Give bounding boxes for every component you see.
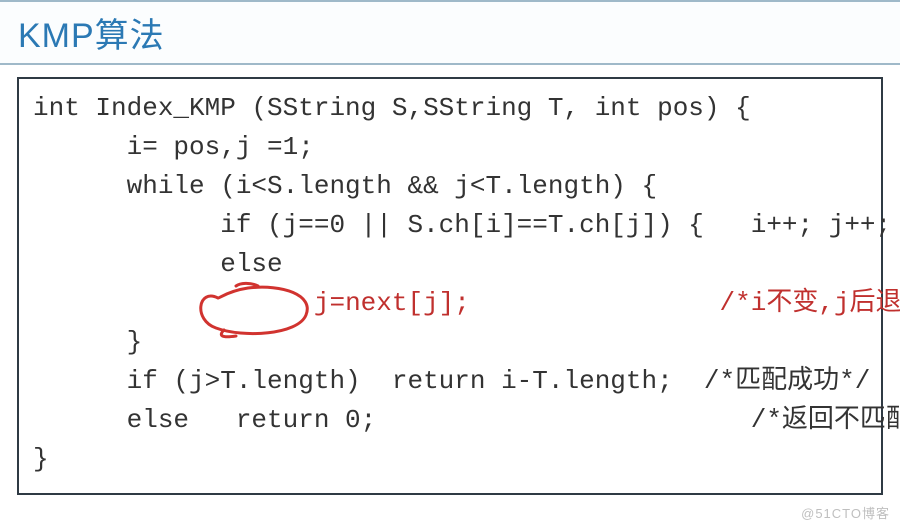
title-bar: KMP算法 [0,0,900,65]
code-line: else return 0; /*返回不匹配标志*/ [33,405,900,435]
code-content: int Index_KMP (SString S,SString T, int … [33,89,867,479]
code-line: i= pos,j =1; [33,132,314,162]
code-line: if (j>T.length) return i-T.length; /*匹配成… [33,366,870,396]
code-line: int Index_KMP (SString S,SString T, int … [33,93,751,123]
code-line: while (i<S.length && j<T.length) { [33,171,657,201]
page-root: KMP算法 int Index_KMP (SString S,SString T… [0,0,900,526]
code-block: int Index_KMP (SString S,SString T, int … [17,77,883,495]
slide-title: KMP算法 [18,17,165,55]
code-indent [33,288,314,318]
code-highlight: j=next[j]; [314,288,470,318]
code-line: if (j==0 || S.ch[i]==T.ch[j]) { i++; j++… [33,210,900,240]
watermark: @51CTO博客 [801,503,890,522]
code-line: } [33,327,142,357]
code-gap [470,288,720,318]
code-line: } [33,444,49,474]
code-line: else [33,249,283,279]
code-comment-highlight: /*i不变,j后退*/ [720,288,900,318]
